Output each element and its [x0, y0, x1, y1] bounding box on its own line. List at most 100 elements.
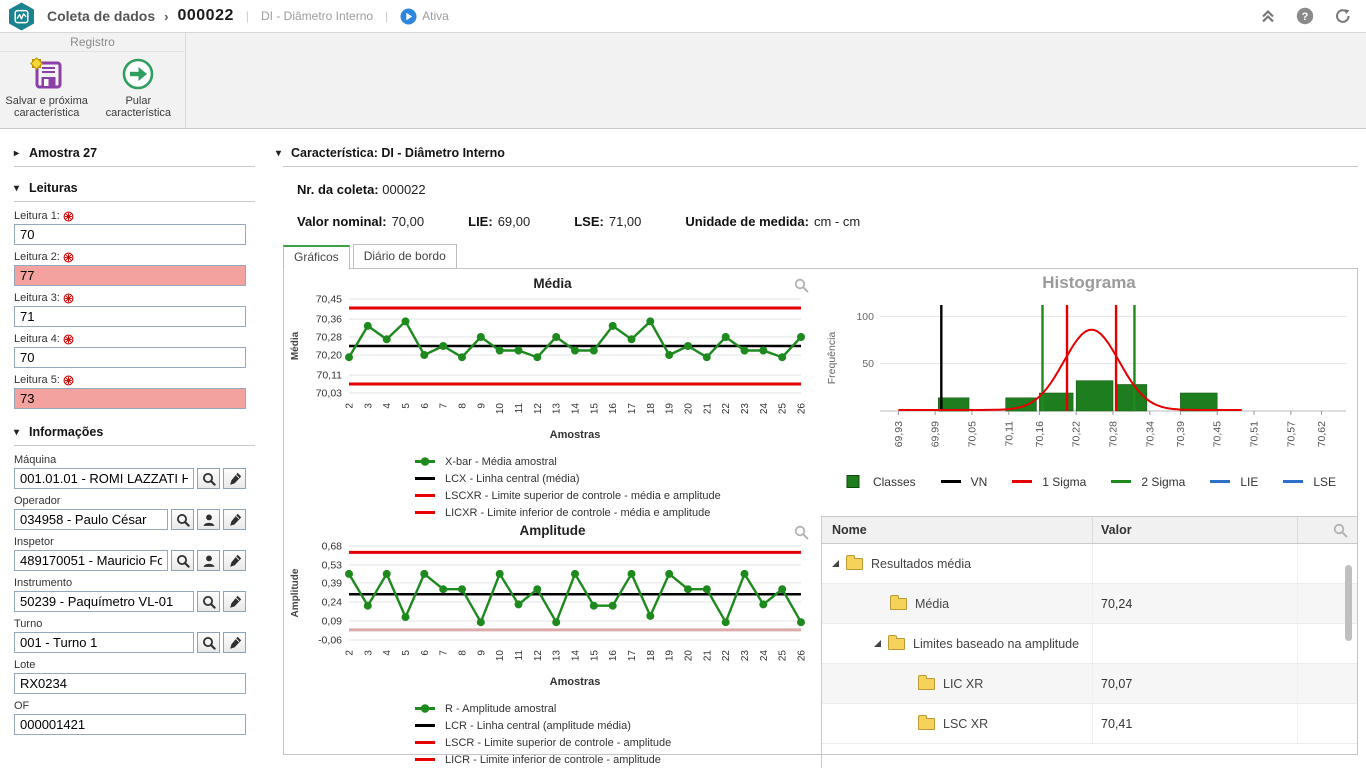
zoom-chart-icon[interactable] [794, 278, 809, 298]
table-row[interactable]: LIC XR70,07 [822, 664, 1357, 704]
divider [14, 201, 255, 202]
person-icon-button[interactable] [197, 550, 220, 571]
svg-text:6: 6 [420, 403, 431, 409]
table-row-gutter [1297, 704, 1357, 743]
svg-text:70,22: 70,22 [1070, 421, 1082, 447]
table-row[interactable]: Resultados média [822, 544, 1357, 584]
leitura-input[interactable] [14, 265, 246, 286]
svg-text:Amostras: Amostras [550, 429, 601, 441]
leitura-label: Leitura 5: [14, 374, 270, 386]
svg-text:4: 4 [382, 650, 393, 656]
table-scrollbar-thumb[interactable] [1345, 565, 1352, 641]
table-cell-valor [1092, 624, 1297, 663]
tree-node-label: Média [915, 597, 949, 611]
brush-icon-button[interactable] [223, 550, 246, 571]
spec-label: LSE: [574, 214, 604, 229]
column-header-nome[interactable]: Nome [822, 523, 1092, 537]
svg-text:0,39: 0,39 [322, 577, 343, 589]
info-field-input[interactable] [14, 673, 246, 694]
save-next-characteristic-label: Salvar e próxima característica [5, 95, 88, 119]
legend-item: LSE [1282, 473, 1336, 490]
info-field-input[interactable] [14, 468, 194, 489]
brush-icon-button[interactable] [223, 591, 246, 612]
ribbon: Registro Salvar e p [0, 33, 1366, 129]
leitura-input-row [14, 347, 246, 368]
search-icon-button[interactable] [197, 632, 220, 653]
svg-text:15: 15 [589, 403, 600, 415]
media-chart-legend: X-bar - Média amostralLCX - Linha centra… [414, 453, 821, 521]
required-icon [63, 334, 74, 345]
help-icon[interactable]: ? [1296, 7, 1314, 25]
svg-text:Média: Média [290, 331, 301, 360]
section-leituras[interactable]: ▾ Leituras [14, 181, 270, 195]
play-icon [400, 8, 417, 25]
leitura-label: Leitura 2: [14, 251, 270, 263]
amplitude-control-chart: 0,680,530,390,240,09-0,06Amplitude234567… [284, 538, 811, 690]
status-badge: Ativa [400, 8, 449, 25]
section-informacoes[interactable]: ▾ Informações [14, 425, 270, 439]
svg-text:16: 16 [608, 650, 619, 662]
person-icon-button[interactable] [197, 509, 220, 530]
leitura-input-row [14, 224, 246, 245]
info-field-input[interactable] [14, 714, 246, 735]
legend-label: LIE [1240, 475, 1258, 489]
refresh-icon[interactable] [1334, 7, 1352, 25]
search-icon-button[interactable] [171, 550, 194, 571]
svg-text:9: 9 [476, 403, 487, 409]
svg-text:70,62: 70,62 [1315, 421, 1327, 447]
expanded-triangle-icon: ▾ [14, 427, 23, 438]
legend-label: LCX - Linha central (média) [445, 473, 580, 485]
leitura-input-row [14, 306, 246, 327]
tab-gr-ficos[interactable]: Gráficos [283, 245, 350, 270]
tree-expander-icon[interactable] [874, 640, 881, 647]
table-row[interactable]: Média70,24 [822, 584, 1357, 624]
spec-item: LIE:69,00 [468, 214, 530, 229]
column-header-valor[interactable]: Valor [1092, 517, 1297, 543]
app-title[interactable]: Coleta de dados [47, 8, 155, 24]
save-next-characteristic-button[interactable]: Salvar e próxima característica [2, 56, 92, 119]
brush-icon-button[interactable] [223, 632, 246, 653]
leitura-input[interactable] [14, 388, 246, 409]
required-icon [63, 252, 74, 263]
top-bar: Coleta de dados › 000022 | DI - Diâmetro… [0, 0, 1366, 33]
tree-expander-icon[interactable] [832, 560, 839, 567]
search-icon-button[interactable] [197, 591, 220, 612]
tree-node-label: LIC XR [943, 677, 983, 691]
zoom-chart-icon[interactable] [794, 525, 809, 545]
table-row[interactable]: Limites baseado na amplitude [822, 624, 1357, 664]
info-field-input[interactable] [14, 550, 168, 571]
info-field-label: OF [14, 700, 270, 712]
svg-text:5: 5 [401, 650, 412, 656]
info-field-row [14, 468, 246, 489]
brush-icon-button[interactable] [223, 468, 246, 489]
search-icon-button[interactable] [197, 468, 220, 489]
characteristic-header[interactable]: ▾ Característica: DI - Diâmetro Interno [276, 146, 1366, 160]
brush-icon-button[interactable] [223, 509, 246, 530]
search-icon-button[interactable] [171, 509, 194, 530]
info-field-input[interactable] [14, 632, 194, 653]
legend-label: LCR - Linha central (amplitude média) [445, 720, 631, 732]
svg-text:2: 2 [345, 403, 356, 409]
info-field-input[interactable] [14, 591, 194, 612]
svg-text:23: 23 [740, 403, 751, 415]
leitura-input[interactable] [14, 306, 246, 327]
leitura-input[interactable] [14, 224, 246, 245]
section-amostra[interactable]: ▸ Amostra 27 [14, 146, 270, 160]
leitura-input[interactable] [14, 347, 246, 368]
legend-label: LICR - Limite inferior de controle - amp… [445, 754, 661, 766]
table-row[interactable]: LSC XR70,41 [822, 704, 1357, 744]
legend-label: 1 Sigma [1042, 475, 1086, 489]
svg-text:0,68: 0,68 [322, 541, 343, 553]
leitura-label-text: Leitura 1: [14, 210, 60, 222]
leitura-label: Leitura 1: [14, 210, 270, 222]
tab-di-rio-de-bordo[interactable]: Diário de bordo [353, 244, 457, 269]
collapse-ribbon-icon[interactable] [1260, 8, 1276, 24]
svg-text:4: 4 [382, 403, 393, 409]
spec-item: LSE:71,00 [574, 214, 641, 229]
main-area: ▾ Característica: DI - Diâmetro Interno … [270, 130, 1366, 768]
skip-characteristic-button[interactable]: Pular característica [93, 56, 183, 119]
info-field-input[interactable] [14, 509, 168, 530]
leitura-label-text: Leitura 5: [14, 374, 60, 386]
svg-text:24: 24 [759, 650, 770, 662]
svg-text:70,34: 70,34 [1144, 421, 1156, 447]
